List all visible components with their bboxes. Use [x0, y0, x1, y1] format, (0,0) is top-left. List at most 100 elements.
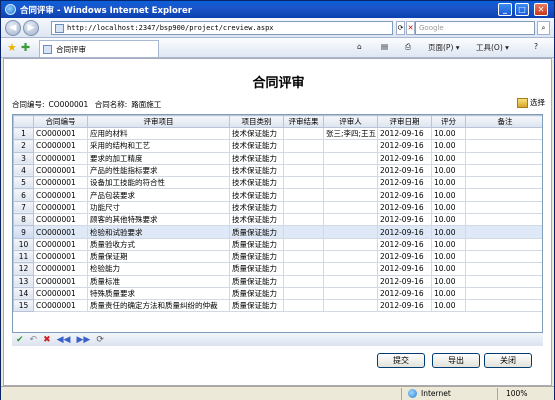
contract-no-cell[interactable]: CO000001	[33, 126, 88, 141]
refresh-button[interactable]: ⟳	[396, 21, 405, 35]
score-cell[interactable]: 10.00	[431, 163, 466, 178]
date-cell[interactable]: 2012-09-16	[377, 237, 432, 251]
col-reviewer[interactable]: 评审人	[323, 115, 378, 128]
table-row[interactable]: 8 CO000001 顾客的其他特殊要求 技术保证能力 2012-09-16 10.00	[13, 213, 542, 227]
search-input[interactable]: Google	[415, 21, 535, 35]
reviewer-cell[interactable]	[323, 237, 378, 251]
score-cell[interactable]: 10.00	[431, 225, 466, 239]
date-cell[interactable]: 2012-09-16	[377, 176, 432, 190]
undo-icon[interactable]: ↶	[30, 334, 38, 346]
contract-no-cell[interactable]: CO000001	[33, 163, 88, 178]
last-page-icon[interactable]: ▶▶	[76, 334, 90, 346]
note-cell[interactable]	[465, 151, 542, 165]
date-cell[interactable]: 2012-09-16	[377, 299, 432, 313]
table-row[interactable]: 1 CO000001 应用的材料 技术保证能力 张三;李四;王五 2012-09-16 10…	[13, 126, 542, 141]
category-cell[interactable]: 技术保证能力	[229, 126, 284, 141]
col-score[interactable]: 评分	[431, 115, 466, 128]
category-cell[interactable]: 技术保证能力	[229, 213, 284, 227]
back-button[interactable]: ◀	[5, 20, 21, 36]
contract-no-cell[interactable]: CO000001	[33, 200, 88, 215]
note-cell[interactable]	[465, 176, 542, 190]
result-cell[interactable]	[283, 151, 324, 165]
date-cell[interactable]: 2012-09-16	[377, 262, 432, 276]
contract-no-cell[interactable]: CO000001	[33, 286, 88, 301]
export-button[interactable]: 导出	[432, 353, 480, 368]
result-cell[interactable]	[283, 237, 324, 251]
date-cell[interactable]: 2012-09-16	[377, 126, 432, 141]
col-result[interactable]: 评审结果	[283, 115, 324, 128]
result-cell[interactable]	[283, 213, 324, 227]
contract-no-cell[interactable]: CO000001	[33, 299, 88, 313]
note-cell[interactable]	[465, 299, 542, 313]
contract-no-cell[interactable]: CO000001	[33, 274, 88, 288]
table-row[interactable]: 14 CO000001 特殊质量要求 质量保证能力 2012-09-16 10.00	[13, 286, 542, 301]
feeds-icon[interactable]: ▤	[381, 42, 388, 51]
result-cell[interactable]	[283, 299, 324, 313]
category-cell[interactable]: 技术保证能力	[229, 176, 284, 190]
add-favorite-icon[interactable]: ✚	[21, 41, 30, 54]
review-item-cell[interactable]: 质量验收方式	[87, 237, 230, 251]
result-cell[interactable]	[283, 139, 324, 153]
review-item-cell[interactable]: 检验和试验要求	[87, 225, 230, 239]
table-row[interactable]: 9 CO000001 检验和试验要求 质量保证能力 2012-09-16 10.00	[13, 225, 542, 239]
table-row[interactable]: 4 CO000001 产品的性能指标要求 技术保证能力 2012-09-16 10.00	[13, 163, 542, 178]
reviewer-cell[interactable]: 张三;李四;王五	[323, 126, 378, 141]
contract-no-cell[interactable]: CO000001	[33, 139, 88, 153]
favorites-star-icon[interactable]: ★	[7, 41, 17, 54]
minimize-button[interactable]: _	[498, 3, 512, 16]
first-page-icon[interactable]: ◀◀	[57, 334, 71, 346]
note-cell[interactable]	[465, 188, 542, 202]
table-row[interactable]: 12 CO000001 检验能力 质量保证能力 2012-09-16 10.00	[13, 262, 542, 276]
reviewer-cell[interactable]	[323, 188, 378, 202]
help-icon[interactable]: ?	[534, 42, 538, 51]
score-cell[interactable]: 10.00	[431, 237, 466, 251]
date-cell[interactable]: 2012-09-16	[377, 139, 432, 153]
category-cell[interactable]: 质量保证能力	[229, 262, 284, 276]
date-cell[interactable]: 2012-09-16	[377, 274, 432, 288]
score-cell[interactable]: 10.00	[431, 188, 466, 202]
table-row[interactable]: 15 CO000001 质量责任的确定方法和质量纠纷的仲裁 质量保证能力 2012-09…	[13, 299, 542, 313]
contract-no-cell[interactable]: CO000001	[33, 262, 88, 276]
forward-button[interactable]: ▶	[23, 20, 39, 36]
note-cell[interactable]	[465, 126, 542, 141]
score-cell[interactable]: 10.00	[431, 286, 466, 301]
select-button[interactable]: 选择	[517, 97, 545, 108]
close-button[interactable]: 关闭	[484, 353, 532, 368]
result-cell[interactable]	[283, 249, 324, 264]
table-row[interactable]: 6 CO000001 产品包装要求 技术保证能力 2012-09-16 10.00	[13, 188, 542, 202]
col-contract-no[interactable]: 合同编号	[33, 115, 88, 128]
result-cell[interactable]	[283, 188, 324, 202]
note-cell[interactable]	[465, 225, 542, 239]
table-row[interactable]: 11 CO000001 质量保证期 质量保证能力 2012-09-16 10.00	[13, 249, 542, 264]
note-cell[interactable]	[465, 200, 542, 215]
category-cell[interactable]: 质量保证能力	[229, 225, 284, 239]
zoom-level[interactable]: 100%	[506, 389, 527, 398]
category-cell[interactable]: 质量保证能力	[229, 249, 284, 264]
print-icon[interactable]: ⎙	[405, 42, 411, 52]
score-cell[interactable]: 10.00	[431, 213, 466, 227]
note-cell[interactable]	[465, 286, 542, 301]
category-cell[interactable]: 技术保证能力	[229, 188, 284, 202]
col-category[interactable]: 项目类别	[229, 115, 284, 128]
result-cell[interactable]	[283, 176, 324, 190]
category-cell[interactable]: 技术保证能力	[229, 151, 284, 165]
reviewer-cell[interactable]	[323, 299, 378, 313]
review-item-cell[interactable]: 要求的加工精度	[87, 151, 230, 165]
contract-no-cell[interactable]: CO000001	[33, 249, 88, 264]
category-cell[interactable]: 技术保证能力	[229, 139, 284, 153]
maximize-button[interactable]: □	[515, 3, 529, 16]
col-note[interactable]: 备注	[465, 115, 542, 128]
review-item-cell[interactable]: 顾客的其他特殊要求	[87, 213, 230, 227]
category-cell[interactable]: 质量保证能力	[229, 286, 284, 301]
table-row[interactable]: 3 CO000001 要求的加工精度 技术保证能力 2012-09-16 10.00	[13, 151, 542, 165]
result-cell[interactable]	[283, 200, 324, 215]
score-cell[interactable]: 10.00	[431, 176, 466, 190]
contract-no-cell[interactable]: CO000001	[33, 237, 88, 251]
result-cell[interactable]	[283, 225, 324, 239]
date-cell[interactable]: 2012-09-16	[377, 188, 432, 202]
table-row[interactable]: 13 CO000001 质量标准 质量保证能力 2012-09-16 10.00	[13, 274, 542, 288]
score-cell[interactable]: 10.00	[431, 139, 466, 153]
date-cell[interactable]: 2012-09-16	[377, 249, 432, 264]
result-cell[interactable]	[283, 274, 324, 288]
contract-no-cell[interactable]: CO000001	[33, 151, 88, 165]
